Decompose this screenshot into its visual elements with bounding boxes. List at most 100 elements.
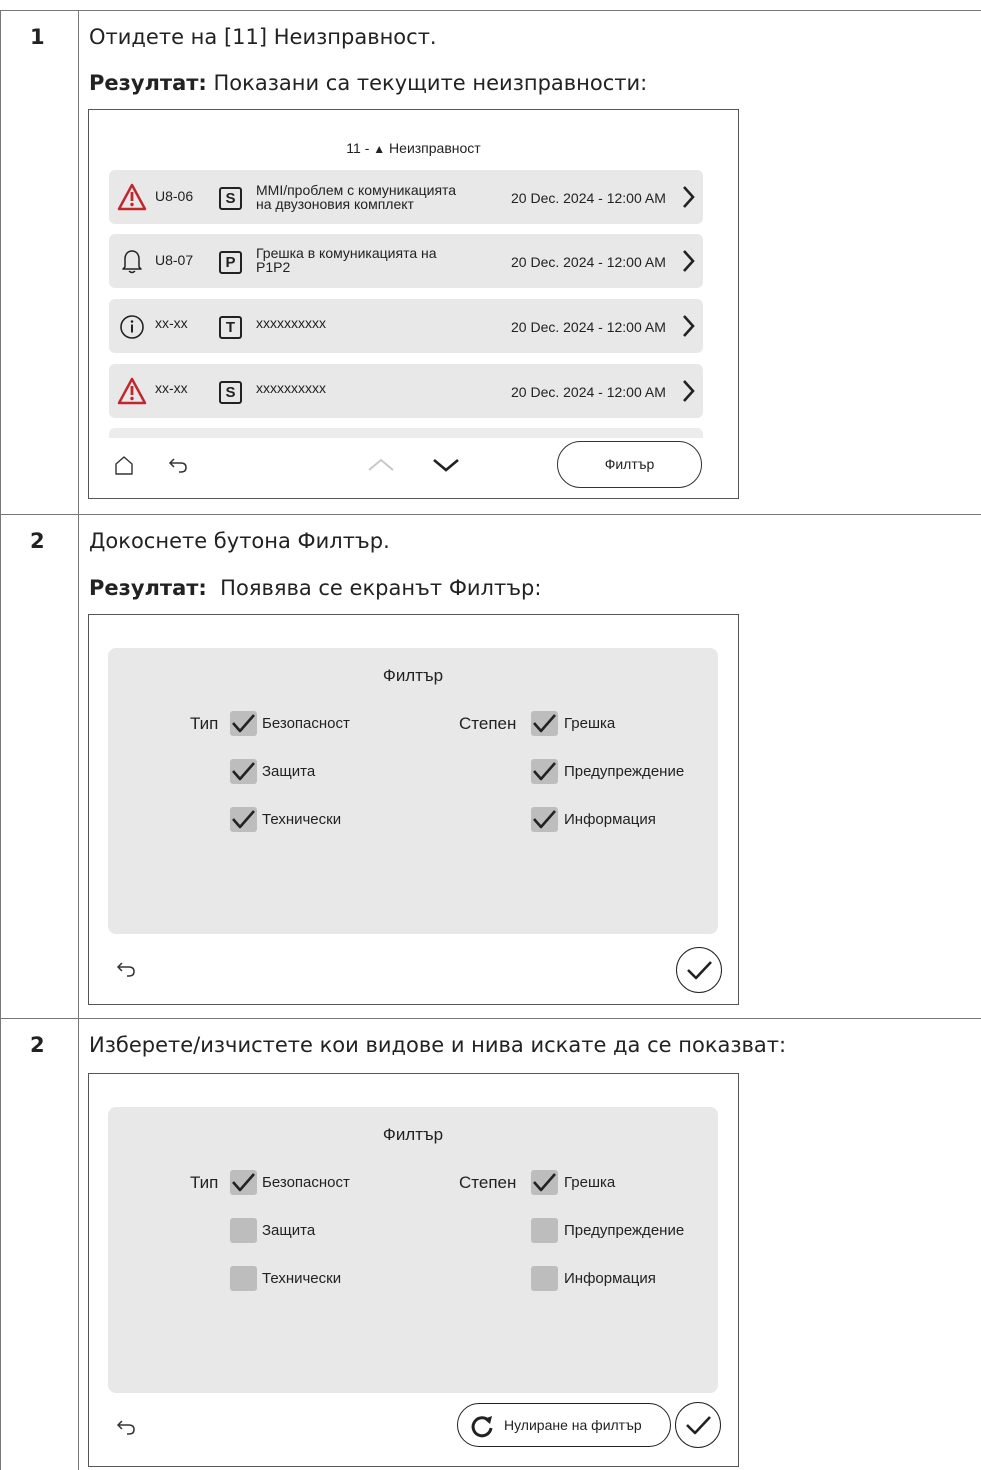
row-code: U8-07 bbox=[155, 252, 194, 268]
row-description-line: Грешка в комуникацията на bbox=[256, 245, 437, 261]
confirm-button[interactable] bbox=[675, 1402, 721, 1448]
checkmark-icon bbox=[232, 810, 255, 829]
warning-red-icon bbox=[117, 183, 147, 211]
result-label: Резултат: bbox=[89, 71, 207, 95]
malfunction-row[interactable]: U8-06 S MMI/проблем с комуникацията на д… bbox=[109, 170, 703, 224]
badge-t-icon: T bbox=[219, 316, 242, 339]
checkbox-label: Грешка bbox=[564, 715, 616, 732]
checkbox-label: Информация bbox=[564, 1270, 656, 1287]
row-description-line: P1P2 bbox=[256, 259, 291, 275]
result-text: Появява се екранът bbox=[206, 576, 449, 600]
checkbox-information[interactable] bbox=[531, 807, 558, 832]
warning-red-icon bbox=[117, 377, 147, 405]
checkbox-error[interactable] bbox=[531, 1170, 558, 1195]
badge-s-icon: S bbox=[219, 187, 242, 210]
chevron-right-icon[interactable] bbox=[681, 248, 697, 274]
checkbox-warning[interactable] bbox=[531, 1218, 558, 1243]
back-arrow-icon[interactable] bbox=[115, 959, 137, 979]
row-code: U8-06 bbox=[155, 188, 194, 204]
step-instruction: Изберете/изчистете кои видове и нива иск… bbox=[89, 1033, 787, 1057]
table-column-divider bbox=[78, 10, 79, 1470]
checkbox-label: Технически bbox=[262, 811, 342, 828]
level-label: Степен bbox=[459, 1173, 517, 1192]
checkbox-protection[interactable] bbox=[230, 1218, 257, 1243]
filter-panel: Филтър Тип Степен Безопасност Защита Тех… bbox=[108, 1107, 718, 1393]
confirm-button[interactable] bbox=[676, 947, 722, 993]
instruction-text: Докоснете бутона bbox=[89, 529, 298, 553]
instruction-ui-term: Филтър bbox=[297, 529, 384, 553]
row-date: 20 Dec. 2024 - 12:00 AM bbox=[511, 254, 666, 270]
checkbox-label: Технически bbox=[262, 1270, 342, 1287]
checkmark-icon bbox=[686, 1416, 711, 1435]
checkbox-information[interactable] bbox=[531, 1266, 558, 1291]
reset-filter-button[interactable]: Нулиране на филтър bbox=[457, 1403, 671, 1447]
step-instruction: Отидете на [11] Неизправност. bbox=[89, 25, 437, 49]
row-description: xxxxxxxxxx bbox=[256, 316, 496, 330]
checkbox-warning[interactable] bbox=[531, 759, 558, 784]
checkmark-icon bbox=[232, 714, 255, 733]
malfunction-row[interactable]: xx-xx S xxxxxxxxxx 20 Dec. 2024 - 12:00 … bbox=[109, 364, 703, 418]
type-label: Тип bbox=[190, 714, 219, 733]
checkbox-label: Предупреждение bbox=[564, 763, 685, 780]
checkbox-technical[interactable] bbox=[230, 1266, 257, 1291]
warning-triangle-icon: ▲ bbox=[373, 142, 386, 156]
checkmark-icon bbox=[533, 810, 556, 829]
row-description-line: на двузоновия комплект bbox=[256, 196, 414, 212]
table-divider-1 bbox=[0, 514, 981, 515]
malfunction-screen: 11 - ▲ Неизправност U8-06 S MMI/проблем … bbox=[88, 109, 739, 499]
table-divider-2 bbox=[0, 1018, 981, 1019]
checkbox-protection[interactable] bbox=[230, 759, 257, 784]
checkbox-technical[interactable] bbox=[230, 807, 257, 832]
row-description-line: MMI/проблем с комуникацията bbox=[256, 182, 457, 198]
checkmark-icon bbox=[232, 762, 255, 781]
table-left-border bbox=[0, 10, 1, 1470]
result-ui-term: Филтър bbox=[448, 576, 535, 600]
instruction-end: . bbox=[383, 529, 390, 553]
checkbox-safety[interactable] bbox=[230, 711, 257, 736]
filter-panel: Филтър Тип Степен Безопасност Защита Тех… bbox=[108, 648, 718, 934]
row-code: xx-xx bbox=[155, 315, 188, 331]
chevron-right-icon[interactable] bbox=[681, 313, 697, 339]
step-instruction: Докоснете бутона Филтър. bbox=[89, 529, 390, 553]
chevron-right-icon[interactable] bbox=[681, 378, 697, 404]
checkbox-error[interactable] bbox=[531, 711, 558, 736]
partial-list-row bbox=[109, 428, 703, 438]
row-date: 20 Dec. 2024 - 12:00 AM bbox=[511, 384, 666, 400]
back-arrow-icon[interactable] bbox=[115, 1417, 137, 1437]
title-prefix: 11 - bbox=[346, 140, 374, 156]
step-number: 2 bbox=[30, 1033, 45, 1057]
chevron-up-icon[interactable] bbox=[366, 455, 396, 475]
checkmark-icon bbox=[533, 762, 556, 781]
reset-filter-label: Нулиране на филтър bbox=[504, 1417, 642, 1433]
row-description-line: xxxxxxxxxx bbox=[256, 315, 326, 331]
home-icon[interactable] bbox=[113, 454, 135, 476]
back-arrow-icon[interactable] bbox=[167, 455, 189, 475]
row-date: 20 Dec. 2024 - 12:00 AM bbox=[511, 319, 666, 335]
checkbox-label: Безопасност bbox=[262, 1174, 350, 1191]
chevron-down-icon[interactable] bbox=[431, 455, 461, 475]
filter-button[interactable]: Филтър bbox=[557, 441, 702, 488]
checkmark-icon bbox=[533, 714, 556, 733]
info-icon bbox=[120, 315, 144, 339]
checkbox-safety[interactable] bbox=[230, 1170, 257, 1195]
chevron-right-icon[interactable] bbox=[681, 184, 697, 210]
checkbox-label: Информация bbox=[564, 811, 656, 828]
level-label: Степен bbox=[459, 714, 517, 733]
filter-screen: Филтър Тип Степен Безопасност Защита Тех… bbox=[88, 614, 739, 1005]
bell-icon bbox=[122, 250, 142, 274]
malfunction-row[interactable]: U8-07 P Грешка в комуникацията на P1P2 2… bbox=[109, 234, 703, 288]
refresh-icon bbox=[471, 1416, 493, 1438]
checkbox-label: Защита bbox=[262, 763, 316, 780]
type-label: Тип bbox=[190, 1173, 219, 1192]
malfunction-row[interactable]: xx-xx T xxxxxxxxxx 20 Dec. 2024 - 12:00 … bbox=[109, 299, 703, 353]
checkmark-icon bbox=[687, 961, 712, 980]
checkbox-label: Грешка bbox=[564, 1174, 616, 1191]
checkbox-label: Безопасност bbox=[262, 715, 350, 732]
checkmark-icon bbox=[232, 1173, 255, 1192]
instruction-end: . bbox=[429, 25, 437, 49]
filter-screen: Филтър Тип Степен Безопасност Защита Тех… bbox=[88, 1073, 739, 1467]
filter-title: Филтър bbox=[382, 666, 444, 685]
step-number: 1 bbox=[30, 25, 45, 49]
step-result: Резултат: Показани са текущите неизправн… bbox=[89, 71, 647, 95]
badge-s-icon: S bbox=[219, 381, 242, 404]
